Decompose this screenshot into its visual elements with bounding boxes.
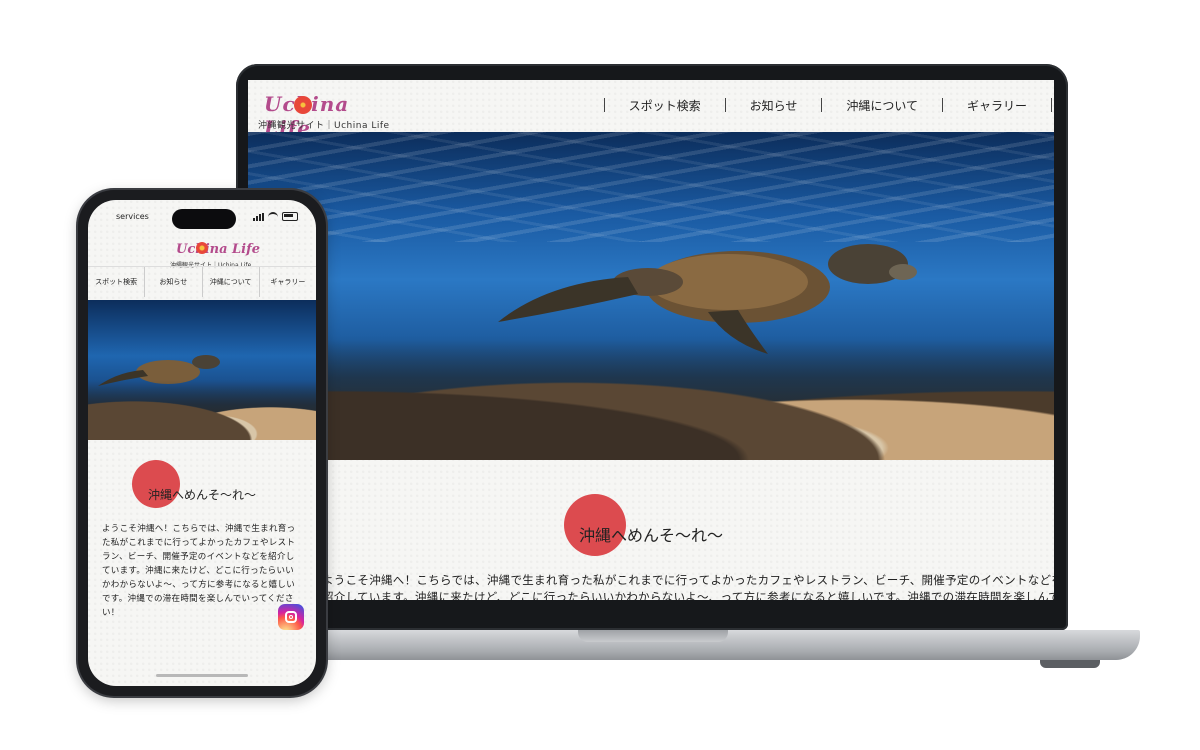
desktop-website: Uchina Life 沖縄観光サイト｜Uchina Life スポット検索 お… [248, 80, 1054, 600]
nav-about-okinawa[interactable]: 沖縄について [824, 97, 940, 114]
welcome-heading: 沖縄へめんそ〜れ〜 [578, 526, 723, 545]
carrier-label: services [116, 212, 149, 221]
site-header: Uchina Life 沖縄観光サイト｜Uchina Life スポット検索 お… [248, 80, 1054, 140]
instagram-icon[interactable] [278, 604, 304, 630]
nav-news[interactable]: お知らせ [145, 267, 203, 297]
site-logo[interactable]: Uchina Life [264, 92, 374, 140]
nav-divider [821, 98, 823, 112]
nav-gallery[interactable]: ギャラリー [260, 267, 316, 297]
wifi-icon [268, 212, 278, 221]
dynamic-island [172, 209, 236, 229]
mobile-website: services Uchina Life 沖縄観光サイト｜Uchina Life… [88, 200, 316, 686]
nav-news[interactable]: お知らせ [728, 97, 820, 114]
nav-divider [603, 98, 605, 112]
hero-image [88, 300, 316, 440]
laptop-foot [1040, 660, 1100, 668]
hero-image [248, 132, 1054, 460]
description-line: 紹介しています。沖縄に来たけど、どこに行ったらいいかわからないよ〜、って方に参考… [322, 590, 1054, 600]
nav-gallery[interactable]: ギャラリー [945, 97, 1049, 114]
instagram-glyph [285, 611, 297, 623]
description-line: かわからないよ〜、って方に参考になると嬉しい [102, 580, 296, 590]
nav-spot-search[interactable]: スポット検索 [607, 97, 723, 114]
welcome-description: ようこそ沖縄へ！こちらでは、沖縄で生まれ育った私がこれまでに行ってよかったカフェ… [322, 572, 1054, 600]
coral-reef [248, 340, 1054, 460]
battery-icon [282, 212, 298, 221]
status-icons [253, 212, 298, 221]
description-line: ようこそ沖縄へ！こちらでは、沖縄で生まれ育っ [102, 524, 296, 534]
description-line: い！ [102, 608, 120, 618]
description-line: た私がこれまでに行ってよかったカフェやレスト [102, 538, 296, 548]
nav-about-okinawa[interactable]: 沖縄について [203, 267, 260, 297]
coral-reef [88, 380, 316, 440]
signal-icon [253, 212, 264, 221]
laptop-opening-notch [578, 630, 728, 642]
description-line: ようこそ沖縄へ！こちらでは、沖縄で生まれ育った私がこれまでに行ってよかったカフェ… [322, 573, 1054, 587]
nav-spot-search[interactable]: スポット検索 [88, 267, 146, 297]
mobile-nav: スポット検索 お知らせ 沖縄について ギャラリー [88, 266, 316, 297]
site-logo[interactable]: Uchina Life [176, 242, 260, 257]
nav-divider [1051, 98, 1052, 112]
welcome-description: ようこそ沖縄へ！こちらでは、沖縄で生まれ育っ た私がこれまでに行ってよかったカフ… [102, 522, 304, 620]
site-tagline: 沖縄観光サイト｜Uchina Life [258, 121, 390, 131]
home-indicator [156, 674, 248, 677]
nav-divider [941, 98, 943, 112]
description-line: ラン、ビーチ、開催予定のイベントなどを紹介し [102, 552, 295, 562]
main-nav: スポット検索 お知らせ 沖縄について ギャラリー [602, 94, 1054, 116]
nav-divider [724, 98, 726, 112]
description-line: ています。沖縄に来たけど、どこに行ったらいい [102, 566, 295, 576]
welcome-heading: 沖縄へめんそ〜れ〜 [147, 488, 256, 502]
hibiscus-icon [196, 242, 208, 254]
description-line: です。沖縄での滞在時間を楽しんでいってくださ [102, 594, 294, 604]
hibiscus-icon [294, 96, 312, 114]
